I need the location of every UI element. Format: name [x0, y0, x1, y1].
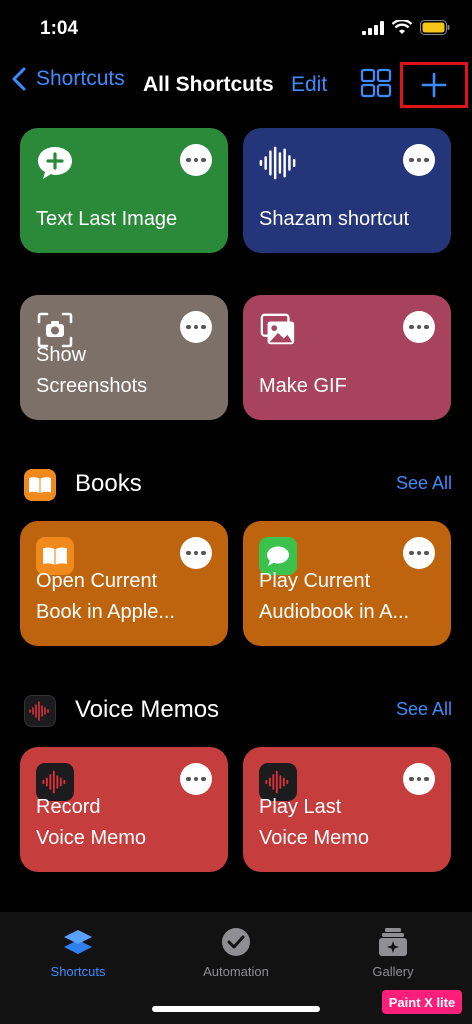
tab-label: Gallery: [372, 964, 414, 979]
tab-label: Automation: [203, 964, 269, 979]
back-label: Shortcuts: [36, 67, 125, 90]
status-bar: 1:04: [0, 0, 472, 56]
more-options-button[interactable]: [403, 144, 435, 176]
books-app-icon: [24, 469, 56, 501]
shortcut-card[interactable]: Play Current Audiobook in A...: [243, 521, 451, 646]
add-shortcut-button[interactable]: [400, 62, 468, 108]
shortcut-label: Record Voice Memo: [36, 796, 147, 849]
photos-stack-icon: [259, 311, 297, 349]
page-title: All Shortcuts: [143, 73, 274, 96]
more-options-button[interactable]: [403, 311, 435, 343]
see-all-button[interactable]: See All: [396, 473, 452, 494]
tab-gallery[interactable]: Gallery: [333, 926, 453, 979]
more-options-button[interactable]: [180, 537, 212, 569]
voice-memos-app-icon: [24, 695, 56, 727]
shortcut-card[interactable]: Record Voice Memo: [20, 747, 228, 872]
more-options-button[interactable]: [403, 763, 435, 795]
gallery-sparkle-icon: [379, 928, 407, 956]
plus-icon: [421, 72, 447, 98]
more-options-button[interactable]: [180, 144, 212, 176]
waveform-icon: [259, 144, 297, 182]
message-plus-icon: [36, 144, 74, 182]
status-time: 1:04: [40, 18, 79, 39]
section-header-books: Books See All: [0, 465, 472, 505]
shortcut-label: Open Current Book in Apple...: [36, 570, 175, 623]
status-icons: [362, 20, 450, 35]
chevron-left-icon: [12, 67, 26, 91]
navigation-bar: Shortcuts All Shortcuts Edit: [0, 56, 472, 112]
section-title: Voice Memos: [75, 696, 220, 723]
back-button[interactable]: Shortcuts: [10, 66, 125, 92]
more-options-button[interactable]: [180, 311, 212, 343]
more-options-button[interactable]: [403, 537, 435, 569]
home-indicator[interactable]: [152, 1006, 320, 1012]
tab-shortcuts[interactable]: Shortcuts: [18, 926, 138, 979]
edit-button[interactable]: Edit: [291, 73, 327, 97]
shortcut-card[interactable]: Play Last Voice Memo: [243, 747, 451, 872]
watermark-logo: Paint X lite: [382, 990, 462, 1014]
tab-automation[interactable]: Automation: [176, 926, 296, 979]
shortcut-label: Shazam shortcut: [259, 208, 410, 230]
more-options-button[interactable]: [180, 763, 212, 795]
shortcut-label: Make GIF: [259, 375, 347, 397]
clock-check-icon: [222, 928, 250, 956]
section-header-voice-memos: Voice Memos See All: [0, 691, 472, 731]
shortcut-label: Show Screenshots: [36, 344, 148, 397]
battery-icon: [420, 20, 450, 35]
section-title: Books: [75, 470, 142, 497]
grid-view-icon[interactable]: [360, 68, 392, 98]
shortcut-label: Text Last Image: [36, 208, 178, 230]
shortcuts-list: Text Last Image Shazam shortcut Show Scr…: [0, 112, 472, 912]
shortcut-label: Play Last Voice Memo: [259, 796, 370, 849]
see-all-button[interactable]: See All: [396, 699, 452, 720]
shortcut-card[interactable]: Shazam shortcut: [243, 128, 451, 253]
cellular-signal-icon: [362, 20, 384, 35]
shortcut-card[interactable]: Text Last Image: [20, 128, 228, 253]
shortcut-card[interactable]: Open Current Book in Apple...: [20, 521, 228, 646]
wifi-icon: [392, 20, 412, 34]
shortcut-card[interactable]: Show Screenshots: [20, 295, 228, 420]
shortcut-label: Play Current Audiobook in A...: [259, 570, 410, 623]
shortcuts-stack-icon: [64, 930, 92, 954]
shortcut-card[interactable]: Make GIF: [243, 295, 451, 420]
tab-label: Shortcuts: [50, 964, 106, 979]
